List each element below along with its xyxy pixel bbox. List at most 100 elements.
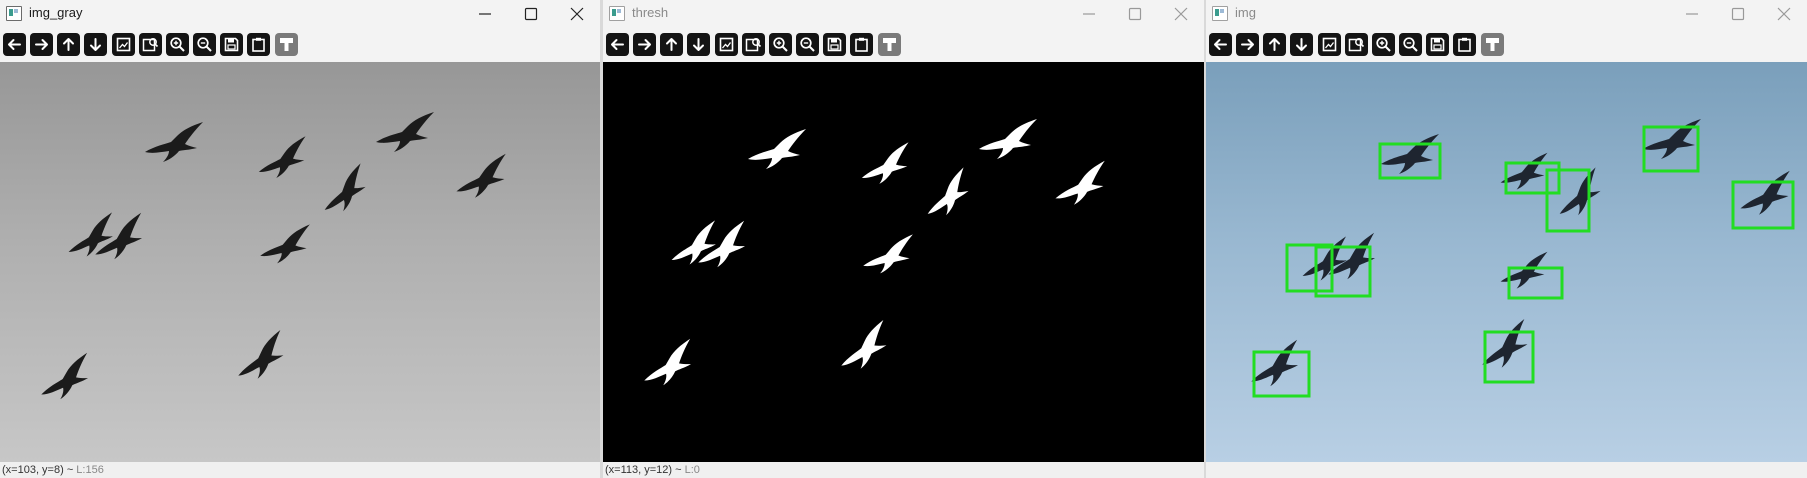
bird-silhouette xyxy=(1055,160,1105,205)
zoom-fit-icon xyxy=(719,37,734,52)
zoom-in-button[interactable] xyxy=(166,33,189,56)
arrow-down-button[interactable] xyxy=(1290,33,1313,56)
maximize-icon xyxy=(1128,7,1142,21)
arrow-left-icon xyxy=(1214,39,1227,50)
bird-silhouette xyxy=(1643,119,1701,159)
title-bar[interactable]: img_gray xyxy=(0,0,600,28)
zoom-fit-button[interactable] xyxy=(1318,33,1341,56)
save-button[interactable] xyxy=(1426,33,1449,56)
bird-silhouette xyxy=(68,212,113,257)
arrow-right-button[interactable] xyxy=(30,33,53,56)
bird-silhouette xyxy=(748,129,806,169)
title-bar[interactable]: thresh xyxy=(603,0,1204,28)
properties-button[interactable] xyxy=(1481,33,1504,56)
bird-silhouette xyxy=(324,163,366,212)
bird-silhouette xyxy=(863,234,913,274)
zoom-out-icon xyxy=(1403,37,1418,52)
image-view-color[interactable] xyxy=(1206,62,1807,462)
zoom-region-button[interactable] xyxy=(139,33,162,56)
arrow-right-button[interactable] xyxy=(1236,33,1259,56)
save-icon xyxy=(224,37,239,52)
save-button[interactable] xyxy=(220,33,243,56)
maximize-button[interactable] xyxy=(1112,0,1158,28)
arrow-up-icon xyxy=(666,38,677,51)
zoom-in-button[interactable] xyxy=(769,33,792,56)
window-img-gray: img_gray (x=103, y=8) ~ L:156 xyxy=(0,0,600,478)
minimize-button[interactable] xyxy=(1669,0,1715,28)
zoom-region-icon xyxy=(745,38,762,52)
bird-silhouette xyxy=(644,338,692,386)
window-img: img xyxy=(1206,0,1807,478)
pixel-level: L:0 xyxy=(684,464,700,476)
zoom-in-icon xyxy=(1376,37,1391,52)
status-bar: (x=103, y=8) ~ L:156 xyxy=(0,462,600,478)
bird-silhouette xyxy=(1381,134,1439,174)
window-thresh: thresh (x=113, y=12) ~ L:0 xyxy=(603,0,1204,478)
image-view-gray[interactable] xyxy=(0,62,600,462)
image-view-thresh[interactable] xyxy=(603,62,1204,462)
minimize-icon xyxy=(479,13,491,15)
clipboard-button[interactable] xyxy=(247,33,270,56)
zoom-region-button[interactable] xyxy=(1345,33,1368,56)
close-icon xyxy=(570,7,584,21)
bird-silhouette xyxy=(456,153,506,198)
zoom-region-icon xyxy=(1348,38,1365,52)
arrow-left-button[interactable] xyxy=(3,33,26,56)
minimize-button[interactable] xyxy=(462,0,508,28)
maximize-icon xyxy=(524,7,538,21)
zoom-out-icon xyxy=(197,37,212,52)
close-button[interactable] xyxy=(554,0,600,28)
zoom-fit-button[interactable] xyxy=(112,33,135,56)
arrow-right-icon xyxy=(638,39,651,50)
bird-silhouette xyxy=(927,167,969,216)
arrow-up-button[interactable] xyxy=(660,33,683,56)
close-button[interactable] xyxy=(1761,0,1807,28)
zoom-out-button[interactable] xyxy=(1399,33,1422,56)
properties-button[interactable] xyxy=(275,33,298,56)
zoom-in-icon xyxy=(773,37,788,52)
bird-silhouette xyxy=(238,330,284,379)
arrow-up-button[interactable] xyxy=(1263,33,1286,56)
arrow-down-button[interactable] xyxy=(687,33,710,56)
properties-button[interactable] xyxy=(878,33,901,56)
bird-silhouette xyxy=(258,136,306,178)
arrow-up-button[interactable] xyxy=(57,33,80,56)
zoom-fit-button[interactable] xyxy=(715,33,738,56)
close-button[interactable] xyxy=(1158,0,1204,28)
toolbar xyxy=(603,31,1204,59)
maximize-button[interactable] xyxy=(508,0,554,28)
arrow-right-button[interactable] xyxy=(633,33,656,56)
arrow-down-button[interactable] xyxy=(84,33,107,56)
clipboard-button[interactable] xyxy=(850,33,873,56)
bird-silhouette xyxy=(145,122,203,162)
maximize-button[interactable] xyxy=(1715,0,1761,28)
app-icon xyxy=(6,6,22,21)
app-icon xyxy=(1212,6,1228,21)
arrow-left-button[interactable] xyxy=(606,33,629,56)
arrow-right-icon xyxy=(1241,39,1254,50)
clipboard-button[interactable] xyxy=(1453,33,1476,56)
zoom-fit-icon xyxy=(1322,37,1337,52)
zoom-in-icon xyxy=(170,37,185,52)
zoom-out-button[interactable] xyxy=(193,33,216,56)
minimize-button[interactable] xyxy=(1066,0,1112,28)
image-canvas xyxy=(644,119,1105,386)
cursor-coordinates: (x=103, y=8) ~ xyxy=(2,464,77,476)
image-canvas xyxy=(41,112,506,400)
status-bar xyxy=(1206,462,1807,478)
zoom-out-button[interactable] xyxy=(796,33,819,56)
minimize-icon xyxy=(1686,13,1698,15)
toolbar xyxy=(1206,31,1807,59)
title-bar[interactable]: img xyxy=(1206,0,1807,28)
bird-silhouette xyxy=(41,352,89,400)
zoom-in-button[interactable] xyxy=(1372,33,1395,56)
zoom-fit-icon xyxy=(116,37,131,52)
save-button[interactable] xyxy=(823,33,846,56)
properties-icon xyxy=(280,38,293,51)
close-icon xyxy=(1174,7,1188,21)
cursor-coordinates: (x=113, y=12) ~ xyxy=(605,464,685,476)
zoom-region-button[interactable] xyxy=(742,33,765,56)
arrow-left-button[interactable] xyxy=(1209,33,1232,56)
arrow-up-icon xyxy=(63,38,74,51)
bird-silhouette xyxy=(1500,251,1548,289)
